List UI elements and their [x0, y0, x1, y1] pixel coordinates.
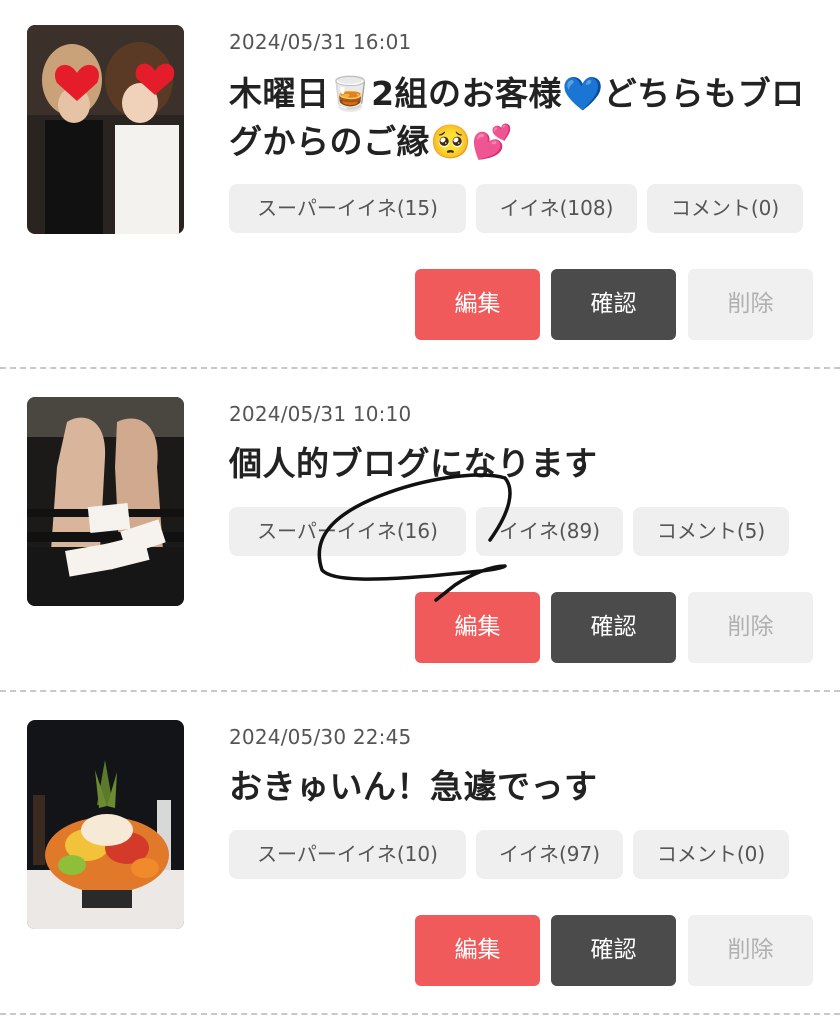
comment-count: コメント(0) — [633, 830, 789, 879]
comment-count: コメント(5) — [633, 507, 789, 556]
confirm-button[interactable]: 確認 — [551, 915, 676, 986]
super-like-count: スーパーイイネ(10) — [229, 830, 466, 879]
comment-count: コメント(0) — [647, 184, 803, 233]
post-date: 2024/05/31 10:10 — [229, 402, 412, 426]
confirm-button[interactable]: 確認 — [551, 269, 676, 340]
post-thumbnail[interactable] — [27, 397, 184, 606]
post-date: 2024/05/31 16:01 — [229, 30, 412, 54]
post-date: 2024/05/30 22:45 — [229, 725, 412, 749]
post-title[interactable]: 木曜日🥃2組のお客様💙どちらもブログからのご縁🥺💕 — [229, 70, 824, 166]
edit-button[interactable]: 編集 — [415, 915, 540, 986]
delete-button[interactable]: 削除 — [688, 269, 813, 340]
edit-button[interactable]: 編集 — [415, 592, 540, 663]
like-count: イイネ(89) — [476, 507, 623, 556]
post-thumbnail[interactable] — [27, 720, 184, 929]
photo-fruit-platter — [27, 720, 184, 929]
post-divider — [0, 367, 840, 369]
super-like-count: スーパーイイネ(15) — [229, 184, 466, 233]
post-divider — [0, 690, 840, 692]
post-divider — [0, 1013, 840, 1015]
super-like-count: スーパーイイネ(16) — [229, 507, 466, 556]
post-thumbnail[interactable] — [27, 25, 184, 234]
photo-two-women — [27, 25, 184, 234]
like-count: イイネ(108) — [476, 184, 637, 233]
post-title[interactable]: おきゅいん！急遽でっす — [229, 763, 824, 811]
post-title[interactable]: 個人的ブログになります — [229, 440, 824, 488]
delete-button[interactable]: 削除 — [688, 915, 813, 986]
delete-button[interactable]: 削除 — [688, 592, 813, 663]
like-count: イイネ(97) — [476, 830, 623, 879]
edit-button[interactable]: 編集 — [415, 269, 540, 340]
confirm-button[interactable]: 確認 — [551, 592, 676, 663]
photo-legs-with-cards — [27, 397, 184, 606]
